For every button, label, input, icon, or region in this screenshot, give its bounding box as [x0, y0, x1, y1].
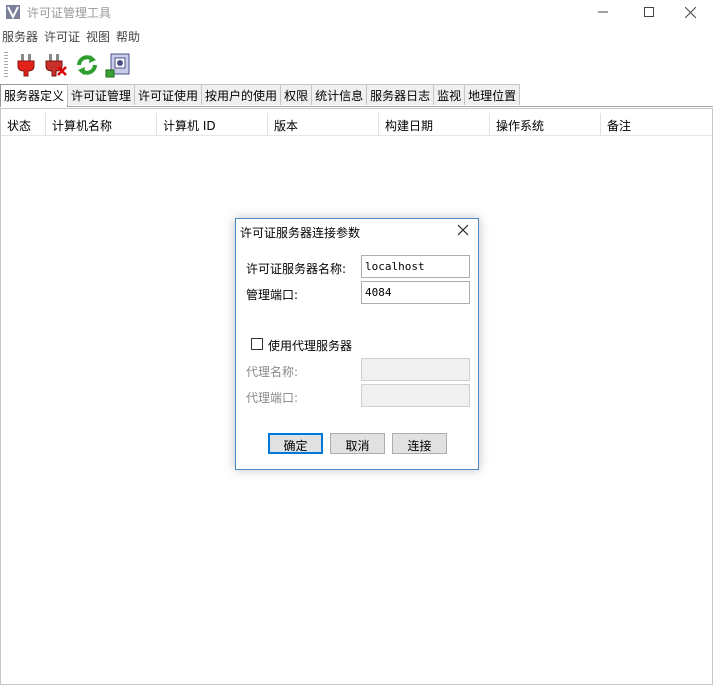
- close-button[interactable]: [667, 0, 713, 24]
- tab-usage-by-user[interactable]: 按用户的使用: [201, 84, 282, 105]
- column-computer-name[interactable]: 计算机名称: [46, 113, 157, 135]
- plug-connect-icon: [17, 54, 35, 77]
- toolbar-grip[interactable]: [4, 52, 8, 78]
- tab-strip: 服务器定义 许可证管理 许可证使用 按用户的使用 权限 统计信息 服务器日志 监…: [0, 84, 713, 107]
- window-title: 许可证管理工具: [27, 6, 112, 20]
- refresh-icon: [77, 55, 97, 75]
- title-bar: 许可证管理工具: [0, 0, 713, 24]
- tab-server-log[interactable]: 服务器日志: [366, 84, 435, 105]
- proxy-port-input: [361, 384, 470, 407]
- tab-permissions[interactable]: 权限: [280, 84, 313, 105]
- dialog-title: 许可证服务器连接参数: [240, 226, 361, 240]
- proxy-name-label: 代理名称:: [246, 365, 299, 379]
- column-status[interactable]: 状态: [1, 113, 46, 135]
- disconnect-server-button[interactable]: [42, 51, 70, 79]
- dialog-close-icon[interactable]: [456, 223, 470, 237]
- tab-license-usage[interactable]: 许可证使用: [134, 84, 203, 105]
- table-header: 状态 计算机名称 计算机 ID 版本 构建日期 操作系统 备注: [1, 113, 712, 136]
- port-input[interactable]: 4084: [361, 281, 470, 304]
- menu-bar: 服务器 许可证 视图 帮助: [0, 25, 713, 45]
- toolbar: [0, 48, 713, 82]
- tab-license-management[interactable]: 许可证管理: [67, 84, 136, 105]
- port-label: 管理端口:: [246, 288, 299, 302]
- server-name-input[interactable]: localhost: [361, 255, 470, 278]
- column-notes[interactable]: 备注: [601, 113, 709, 135]
- refresh-button[interactable]: [73, 51, 101, 79]
- use-proxy-label[interactable]: 使用代理服务器: [268, 337, 352, 354]
- connect-server-button[interactable]: [12, 51, 40, 79]
- server-name-label: 许可证服务器名称:: [246, 262, 347, 276]
- server-settings-icon: [105, 53, 130, 78]
- menu-server[interactable]: 服务器: [0, 25, 42, 45]
- maximize-icon: [644, 7, 654, 17]
- server-settings-button[interactable]: [104, 51, 132, 79]
- tab-statistics[interactable]: 统计信息: [311, 84, 368, 105]
- minimize-button[interactable]: [580, 0, 626, 24]
- ok-button[interactable]: 确定: [268, 433, 323, 454]
- tab-monitor[interactable]: 监视: [433, 84, 466, 105]
- column-version[interactable]: 版本: [268, 113, 379, 135]
- cancel-button[interactable]: 取消: [330, 433, 385, 454]
- column-computer-id[interactable]: 计算机 ID: [157, 113, 268, 135]
- menu-license[interactable]: 许可证: [42, 25, 84, 45]
- use-proxy-checkbox[interactable]: [251, 338, 263, 350]
- proxy-name-input: [361, 358, 470, 381]
- proxy-port-label: 代理端口:: [246, 391, 299, 405]
- tab-server-definition[interactable]: 服务器定义: [0, 84, 69, 107]
- column-os[interactable]: 操作系统: [490, 113, 601, 135]
- tab-geolocation[interactable]: 地理位置: [464, 84, 521, 105]
- menu-help[interactable]: 帮助: [114, 25, 144, 45]
- connect-button[interactable]: 连接: [392, 433, 447, 454]
- close-icon: [684, 6, 696, 18]
- column-build-date[interactable]: 构建日期: [379, 113, 490, 135]
- maximize-button[interactable]: [626, 0, 672, 24]
- app-icon: [6, 5, 20, 20]
- plug-disconnect-icon: [45, 54, 67, 77]
- connection-dialog: 许可证服务器连接参数 许可证服务器名称: localhost 管理端口: 408…: [235, 218, 479, 470]
- menu-view[interactable]: 视图: [84, 25, 114, 45]
- minimize-icon: [598, 11, 608, 13]
